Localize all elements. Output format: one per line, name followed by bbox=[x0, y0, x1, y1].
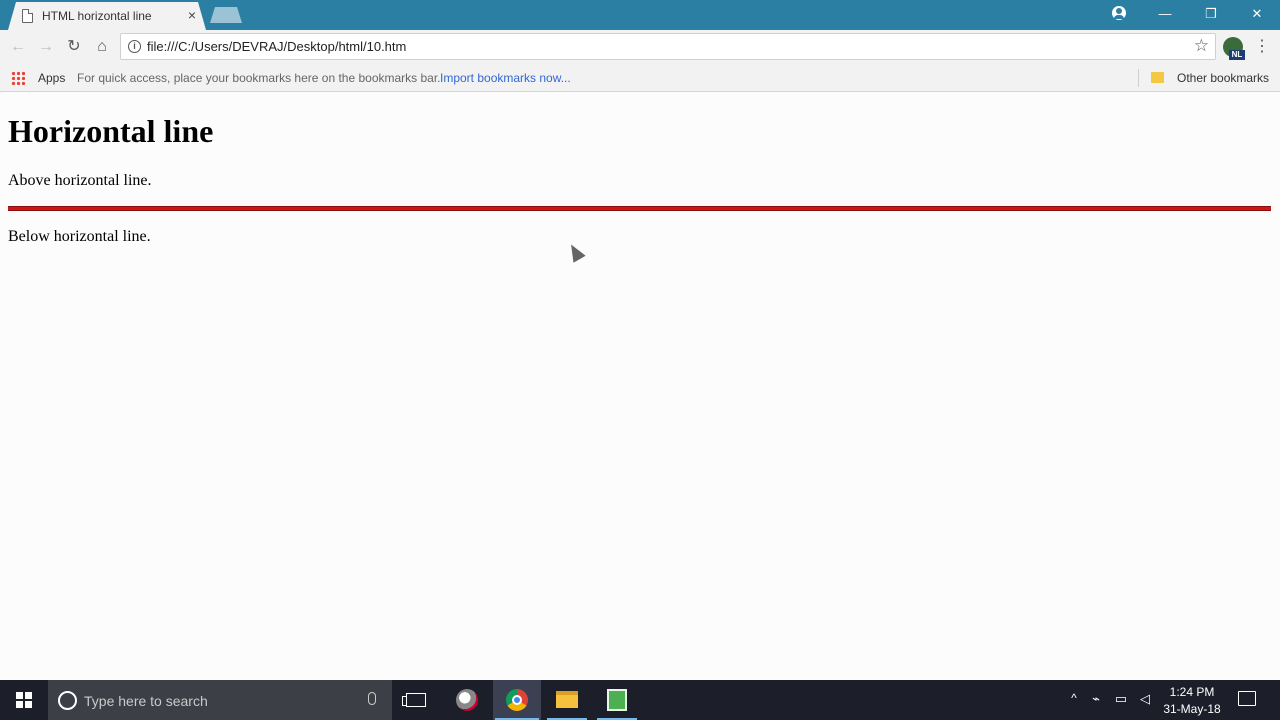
browser-toolbar: ← → ↻ ⌂ i file:///C:/Users/DEVRAJ/Deskto… bbox=[0, 30, 1280, 64]
chrome-icon bbox=[506, 689, 528, 711]
extension-badge: NL bbox=[1229, 50, 1245, 60]
page-icon bbox=[22, 9, 33, 23]
windows-icon bbox=[16, 692, 32, 708]
import-bookmarks-link[interactable]: Import bookmarks now... bbox=[440, 71, 571, 85]
home-icon: ⌂ bbox=[97, 38, 107, 55]
profile-icon[interactable] bbox=[1112, 6, 1126, 20]
bookmarks-bar: Apps For quick access, place your bookma… bbox=[0, 64, 1280, 92]
menu-icon[interactable]: ⋮ bbox=[1254, 36, 1270, 58]
notification-icon[interactable] bbox=[1238, 691, 1256, 706]
taskbar-search[interactable]: Type here to search bbox=[48, 680, 392, 720]
taskbar-app[interactable] bbox=[443, 680, 491, 720]
apps-link[interactable]: Apps bbox=[38, 71, 65, 85]
battery-icon[interactable]: ▭ bbox=[1113, 691, 1129, 707]
task-view-button[interactable] bbox=[392, 680, 440, 720]
taskbar: Type here to search ^ ⌁ ▭ ◁ 1:24 PM 31-M… bbox=[0, 680, 1280, 720]
close-window-button[interactable]: ✕ bbox=[1234, 0, 1280, 28]
reload-icon: ↻ bbox=[67, 38, 81, 55]
mouse-cursor bbox=[565, 241, 586, 263]
cortana-icon bbox=[58, 691, 77, 710]
below-text: Below horizontal line. bbox=[8, 228, 151, 245]
bookmarks-hint: For quick access, place your bookmarks h… bbox=[77, 71, 441, 85]
task-view-icon bbox=[402, 693, 426, 707]
network-icon[interactable]: ⌁ bbox=[1088, 691, 1104, 707]
apps-icon[interactable] bbox=[11, 71, 25, 85]
clock-date: 31-May-18 bbox=[1163, 702, 1221, 716]
volume-icon[interactable]: ◁ bbox=[1137, 691, 1153, 707]
info-icon[interactable]: i bbox=[128, 40, 141, 53]
new-tab-button[interactable] bbox=[210, 7, 242, 23]
file-explorer-icon bbox=[556, 691, 578, 708]
bookmarks-separator bbox=[1138, 69, 1139, 87]
taskbar-chrome[interactable] bbox=[493, 680, 541, 720]
restore-button[interactable]: ❐ bbox=[1188, 0, 1234, 28]
tab-title: HTML horizontal line bbox=[42, 9, 152, 23]
folder-icon[interactable] bbox=[1151, 72, 1164, 83]
horizontal-rule bbox=[8, 206, 1271, 211]
browser-title-bar: HTML horizontal line × — ❐ ✕ bbox=[0, 0, 1280, 30]
system-clock[interactable]: 1:24 PM 31-May-18 bbox=[1160, 684, 1224, 718]
url-text[interactable]: file:///C:/Users/DEVRAJ/Desktop/html/10.… bbox=[147, 39, 406, 54]
app-icon bbox=[456, 689, 478, 711]
back-button[interactable]: ← bbox=[7, 36, 29, 58]
star-icon[interactable]: ☆ bbox=[1194, 36, 1209, 56]
page-heading: Horizontal line bbox=[8, 113, 214, 149]
forward-icon: → bbox=[38, 38, 54, 55]
tab-close-button[interactable]: × bbox=[184, 7, 200, 23]
page-content: Horizontal line Above horizontal line. B… bbox=[0, 93, 1280, 680]
address-bar[interactable]: i file:///C:/Users/DEVRAJ/Desktop/html/1… bbox=[120, 33, 1216, 60]
taskbar-file-explorer[interactable] bbox=[543, 680, 591, 720]
browser-tab-active[interactable]: HTML horizontal line × bbox=[8, 2, 206, 30]
notepad-icon bbox=[607, 689, 627, 711]
home-button[interactable]: ⌂ bbox=[91, 36, 113, 58]
mic-icon[interactable] bbox=[368, 692, 376, 705]
other-bookmarks[interactable]: Other bookmarks bbox=[1177, 71, 1269, 85]
search-placeholder: Type here to search bbox=[84, 693, 208, 709]
clock-time: 1:24 PM bbox=[1169, 685, 1215, 699]
tray-chevron-icon[interactable]: ^ bbox=[1066, 690, 1082, 706]
back-icon: ← bbox=[10, 38, 26, 55]
minimize-button[interactable]: — bbox=[1142, 0, 1188, 28]
forward-button[interactable]: → bbox=[35, 36, 57, 58]
start-button[interactable] bbox=[0, 680, 48, 720]
above-text: Above horizontal line. bbox=[8, 172, 152, 189]
taskbar-notepad[interactable] bbox=[593, 680, 641, 720]
reload-button[interactable]: ↻ bbox=[63, 36, 85, 58]
